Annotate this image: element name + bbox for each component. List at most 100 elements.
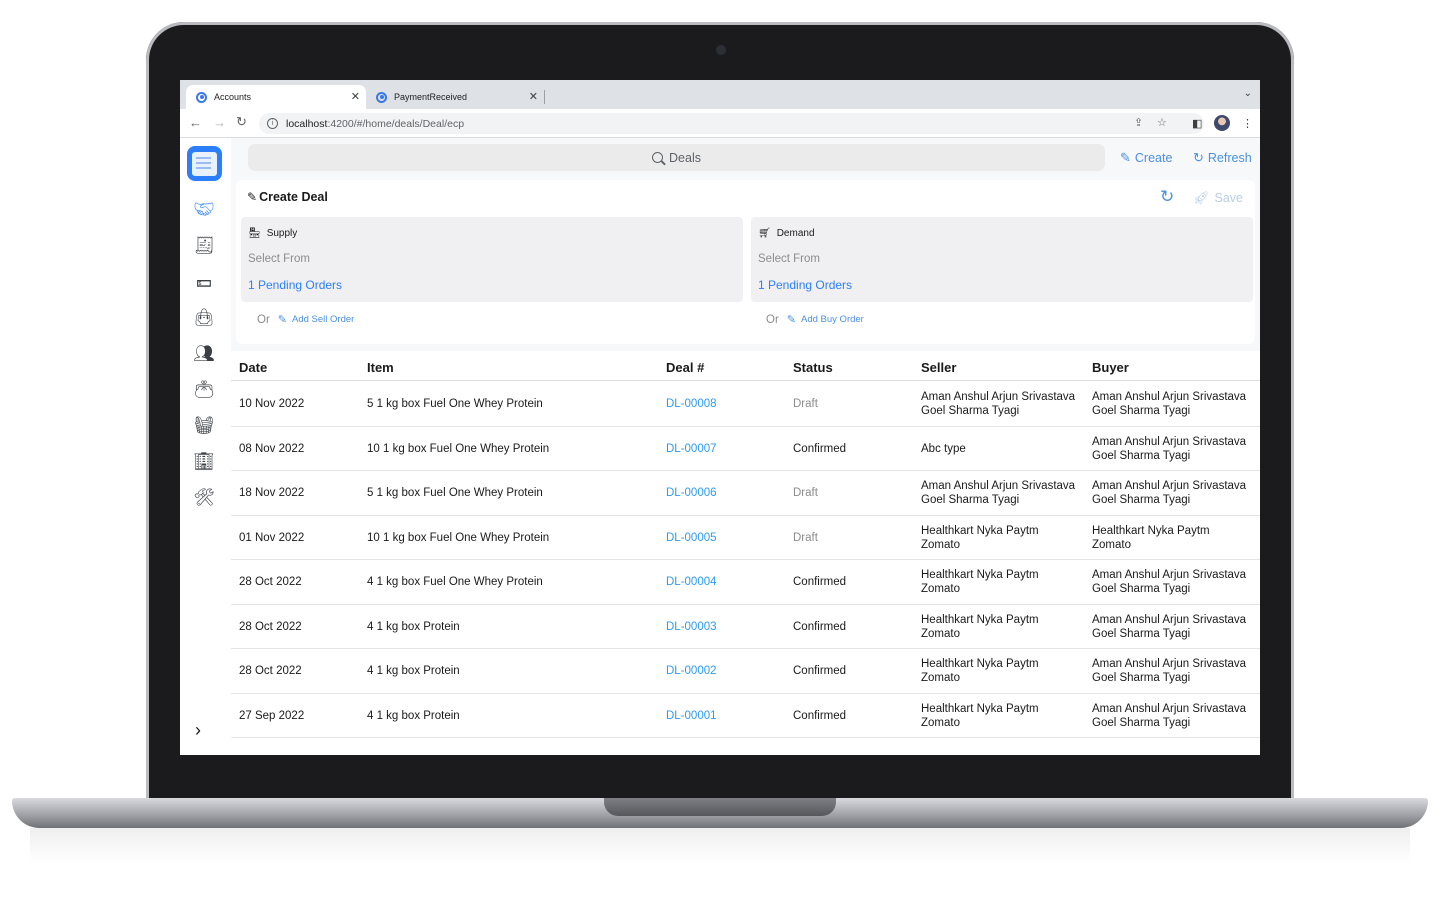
cell-status: Confirmed [793,576,847,588]
search-placeholder: Deals [669,150,701,165]
tab-title: PaymentReceived [394,92,468,102]
table-header: Date Item Deal # Status Seller Buyer [231,351,1260,381]
side-panel-icon[interactable]: ◧ [1192,117,1202,130]
forward-arrow-icon[interactable]: → [213,115,226,130]
cell-seller-line1: Healthkart Nyka Paytm [921,569,1039,581]
cell-status: Confirmed [793,620,847,633]
column-header-deal[interactable]: Deal # [666,360,704,375]
cell-deal-link[interactable]: DL-00008 [666,397,717,411]
profile-avatar[interactable] [1214,115,1230,131]
supply-pending-orders-link[interactable]: 1 Pending Orders [248,278,342,292]
app-root: 🤝︎ 🧾︎ 💵︎ 👜︎ 👥︎ 👛︎ 🧺︎ 🏢︎ 🛠︎ › Deals ✎ Cre… [180,138,1260,755]
kebab-menu-icon[interactable]: ⋮ [1242,117,1253,130]
demand-select-from: Select From [758,253,820,265]
cell-date: 10 Nov 2022 [239,398,305,410]
cell-deal-link[interactable]: DL-00001 [666,709,717,723]
wallet-icon[interactable]: 👛︎ [192,379,216,401]
cell-buyer-line2: Goel Sharma Tyagi [1092,627,1191,640]
cell-date: 28 Oct 2022 [239,576,302,588]
column-header-buyer[interactable]: Buyer [1092,360,1129,375]
column-header-date[interactable]: Date [239,360,267,375]
table-row[interactable]: 28 Oct 2022 4 1 kg box Protein DL-00003 Con… [231,605,1260,649]
receipt-icon[interactable]: 🧾︎ [192,235,216,257]
cash-icon[interactable]: 💵︎ [192,271,216,293]
cell-buyer-line1: Aman Anshul Arjun Srivastava [1092,569,1247,581]
tools-icon[interactable]: 🛠︎ [192,487,216,509]
cell-buyer-line2: Goel Sharma Tyagi [1092,583,1191,595]
save-button[interactable]: 🚀︎ Save [1193,190,1243,206]
cell-deal-link[interactable]: DL-00006 [666,486,717,500]
edit-icon: ✎ [1120,150,1131,165]
table-row[interactable]: 08 Nov 2022 10 1 kg box Fuel One Whey Pro… [231,427,1260,471]
basket-icon[interactable]: 🧺︎ [192,415,216,437]
table-row[interactable]: 10 Nov 2022 5 1 kg box Fuel One Whey Prot… [231,382,1260,427]
tab-favicon-icon [376,91,387,103]
tab-close-icon[interactable]: ✕ [351,90,360,103]
column-header-seller[interactable]: Seller [921,360,956,375]
building-icon[interactable]: 🏢︎ [192,451,216,473]
url-path: :4200/#/home/deals/Deal/ecp [327,117,465,130]
cell-item: 4 1 kg box Protein [367,620,460,633]
cell-date: 18 Nov 2022 [239,487,305,499]
handshake-icon[interactable]: 🤝︎ [192,199,216,221]
cell-buyer-line1: Aman Anshul Arjun Srivastava [1092,435,1247,448]
browser-tab-bar: Accounts ✕ PaymentReceived ✕ ⌄ [180,80,1260,109]
demand-panel: 🛒︎ Demand Select From 1 Pending Orders [751,217,1253,302]
share-icon[interactable]: ⇪ [1134,116,1143,129]
tab-search-chevron-icon[interactable]: ⌄ [1244,88,1252,99]
cell-deal-link[interactable]: DL-00002 [666,664,717,678]
cell-deal-link[interactable]: DL-00007 [666,442,717,456]
cell-seller-line2: Goel Sharma Tyagi [921,405,1020,417]
add-buy-order-button[interactable]: ✎ Add Buy Order [787,313,864,326]
column-header-status[interactable]: Status [793,360,833,375]
cell-deal-link[interactable]: DL-00003 [666,620,717,634]
table-row[interactable]: 01 Nov 2022 10 1 kg box Fuel One Whey Pro… [231,516,1260,560]
table-row[interactable]: 18 Nov 2022 5 1 kg box Fuel One Whey Prot… [231,471,1260,516]
cell-item: 5 1 kg box Fuel One Whey Protein [367,487,543,499]
supply-panel: 🏪︎ Supply Select From 1 Pending Orders [241,217,743,302]
edit-icon: ✎ [786,314,796,326]
cell-deal-link[interactable]: DL-00005 [666,531,717,545]
column-header-item[interactable]: Item [367,360,394,375]
users-icon[interactable]: 👥︎ [192,343,216,365]
create-deal-title-text: Create Deal [259,190,328,204]
browser-tab-payment-received[interactable]: PaymentReceived ✕ [366,85,544,109]
chevron-right-icon[interactable]: › [195,720,201,741]
demand-pending-orders-link[interactable]: 1 Pending Orders [758,278,852,292]
cell-deal-link[interactable]: DL-00004 [666,575,717,589]
cell-buyer-line2: Zomato [1092,538,1131,551]
cell-status: Draft [793,398,818,410]
refresh-button[interactable]: ↻ Refresh [1193,150,1252,166]
create-deal-card: ✎ Create Deal ↻ 🚀︎ Save 🏪︎ Supply Select… [236,180,1255,344]
back-arrow-icon[interactable]: ← [189,115,202,130]
browser-tab-accounts[interactable]: Accounts ✕ [186,85,366,109]
laptop-notch [604,798,836,816]
tab-title: Accounts [214,92,252,102]
camera [716,45,726,55]
refresh-icon: ↻ [1193,150,1204,165]
cell-seller-line2: Zomato [921,538,960,551]
demand-title: 🛒︎ Demand [758,228,815,239]
create-button[interactable]: ✎ Create [1120,150,1172,166]
site-info-icon[interactable]: i [267,118,278,129]
edit-icon: ✎ [277,314,287,326]
add-sell-order-button[interactable]: ✎ Add Sell Order [278,313,355,326]
reset-refresh-icon[interactable]: ↻ [1160,187,1174,207]
rocket-icon: 🚀︎ [1193,190,1210,205]
url-host: localhost [286,117,328,130]
save-label: Save [1214,191,1244,205]
app-logo[interactable] [187,146,222,181]
search-input[interactable]: Deals [248,144,1105,171]
tab-close-icon[interactable]: ✕ [529,90,538,103]
bookmark-star-icon[interactable]: ☆ [1157,116,1167,129]
table-row[interactable]: 28 Oct 2022 4 1 kg box Fuel One Whey Prot… [231,560,1260,605]
shopping-bag-icon[interactable]: 👜︎ [192,307,216,329]
url-field[interactable]: i localhost:4200/#/home/deals/Deal/ecp ⇪… [259,113,1204,134]
cell-buyer-line2: Goel Sharma Tyagi [1092,672,1191,684]
reload-icon[interactable]: ↻ [236,114,247,130]
cell-buyer-line2: Goel Sharma Tyagi [1092,449,1191,462]
or-label: Or [257,313,270,326]
table-row[interactable]: 27 Sep 2022 4 1 kg box Protein DL-00001 Con… [231,694,1260,738]
table-row[interactable]: 28 Oct 2022 4 1 kg box Protein DL-00002 Con… [231,649,1260,694]
cell-seller-line1: Aman Anshul Arjun Srivastava [921,391,1076,403]
